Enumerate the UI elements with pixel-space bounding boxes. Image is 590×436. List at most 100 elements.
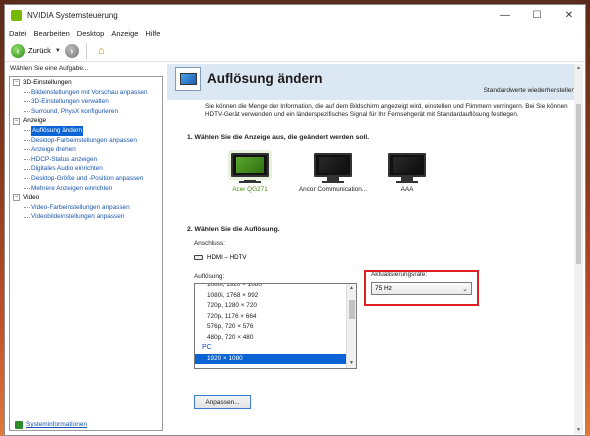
task-panel: Wählen Sie eine Aufgabe... −3D-Einstellu… [9,65,163,431]
display-acer-qg271[interactable]: Acer QG271 [215,153,285,193]
step1-heading: 1. Wählen Sie die Anzeige aus, die geänd… [187,134,370,141]
back-label: Zurück [28,46,51,55]
display-label: Acer QG271 [232,186,268,193]
chevron-down-icon: ⌄ [462,286,468,293]
tree-item[interactable]: Surround, PhysX konfigurieren [10,107,162,117]
connector-text: HDMI – HDTV [207,254,247,261]
page-banner: Auflösung ändern Standardwerte wiederher… [167,64,583,100]
refresh-rate-value: 75 Hz [375,285,392,292]
display-ancor[interactable]: Ancor Communication... [298,153,368,193]
resolution-scrollbar[interactable]: ▲ ▼ [346,284,356,368]
content-scrollbar[interactable]: ▲ ▼ [574,64,583,434]
tree-item-label: Surround, PhysX konfigurieren [31,107,119,115]
resolution-option[interactable]: 1080i, 1768 × 992 [195,291,347,302]
step2-heading: 2. Wählen Sie die Auflösung. [187,226,280,233]
menu-bar: Datei Bearbeiten Desktop Anzeige Hilfe [5,26,585,40]
collapse-icon[interactable]: − [13,79,20,87]
tree-item[interactable]: HDCP-Status anzeigen [10,155,162,165]
tree-item[interactable]: Anzeige drehen [10,145,162,155]
resolution-option[interactable]: 720p, 1280 × 720 [195,301,347,312]
menu-datei[interactable]: Datei [9,29,27,38]
minimize-button[interactable]: — [489,5,521,26]
resolution-option[interactable]: 1920 × 1080 [195,353,347,364]
display-label: Ancor Communication... [298,186,368,193]
tree-item-label: 3D-Einstellungen verwalten [31,98,109,106]
tree-category[interactable]: − Video [10,193,162,203]
tree-item[interactable]: Mehrere Anzeigen einrichten [10,184,162,194]
monitor-icon [314,153,352,177]
page-description: Sie können die Menge der Information, di… [205,103,568,119]
monitor-icon [231,153,269,177]
window-title: NVIDIA Systemsteuerung [27,11,118,20]
tree-item-label: Auflösung ändern [31,125,84,136]
scroll-up-icon[interactable]: ▲ [347,284,356,293]
tree-item[interactable]: 3D-Einstellungen verwalten [10,97,162,107]
collapse-icon[interactable]: − [13,194,20,202]
content-pane: Auflösung ändern Standardwerte wiederher… [167,64,583,434]
tree-category[interactable]: − Anzeige [10,116,162,126]
scroll-down-icon[interactable]: ▼ [574,426,583,434]
display-aaa[interactable]: AAA [372,153,442,193]
restore-defaults-link[interactable]: Standardwerte wiederherstellen [484,87,575,94]
tree-item-label: 3D-Einstellungen [23,79,72,86]
back-button[interactable]: ‹ Zurück [11,43,51,58]
system-info-link[interactable]: Systeminformationen [15,418,87,431]
resolution-option[interactable]: 576p, 720 × 576 [195,322,347,333]
tree-item[interactable]: Desktop-Farbeinstellungen anpassen [10,136,162,146]
close-button[interactable]: ✕ [553,5,585,26]
system-info-label: Systeminformationen [26,421,88,428]
resolution-option[interactable]: 720p, 1176 × 664 [195,312,347,323]
title-bar: NVIDIA Systemsteuerung — ☐ ✕ [5,5,585,26]
tree-item[interactable]: Digitales Audio einrichten [10,164,162,174]
resolution-option[interactable]: 480p, 720 × 480 [195,333,347,344]
menu-hilfe[interactable]: Hilfe [145,29,160,38]
system-info-icon [15,420,23,429]
nvidia-logo-icon [11,10,22,21]
page-title: Auflösung ändern [207,71,323,86]
monitor-icon [388,153,426,177]
app-window: NVIDIA Systemsteuerung — ☐ ✕ Datei Bearb… [4,4,586,436]
hdmi-plug-icon [194,255,203,260]
resolution-option[interactable]: 1080i, 1920 × 1080 [195,284,347,291]
tree-item-label: Anzeige drehen [31,146,76,154]
toolbar: ‹ Zurück ▼ › ⌂ [5,40,585,62]
tree-item-label: Anzeige [23,117,47,125]
home-icon[interactable]: ⌂ [94,43,109,58]
tree-item-label: Video [23,194,40,202]
connector-value: HDMI – HDTV [194,254,247,261]
refresh-rate-select[interactable]: 75 Hz ⌄ [371,282,472,295]
tree-item-label: Digitales Audio einrichten [31,165,103,173]
collapse-icon[interactable]: − [13,117,20,125]
menu-bearbeiten[interactable]: Bearbeiten [34,29,70,38]
scroll-thumb[interactable] [576,104,581,264]
display-label: AAA [400,186,414,193]
connector-label: Anschluss: [194,240,225,247]
scroll-down-icon[interactable]: ▼ [347,359,356,368]
toolbar-separator [85,42,87,59]
tree-item-label: Bildeinstellungen mit Vorschau anpassen [31,88,148,96]
resolution-label: Auflösung: [194,273,225,280]
tree-item-label: Desktop-Größe und -Position anpassen [31,174,144,182]
task-panel-heading: Wählen Sie eine Aufgabe... [10,65,89,72]
menu-anzeige[interactable]: Anzeige [111,29,138,38]
tree-item[interactable]: Videobildeinstellungen anpassen [10,212,162,222]
tree-item-label: Desktop-Farbeinstellungen anpassen [31,136,137,144]
maximize-button[interactable]: ☐ [521,5,553,26]
tree-item[interactable]: Desktop-Größe und -Position anpassen [10,174,162,184]
tree-item[interactable]: Bildeinstellungen mit Vorschau anpassen [10,88,162,98]
task-tree: −3D-Einstellungen Bildeinstellungen mit V… [9,76,163,431]
forward-arrow-icon[interactable]: › [64,43,79,58]
tree-item[interactable]: Video-Farbeinstellungen anpassen [10,203,162,213]
tree-item-label: HDCP-Status anzeigen [31,155,98,163]
scroll-thumb[interactable] [349,300,355,319]
tree-category[interactable]: −3D-Einstellungen [10,78,162,88]
history-dropdown-icon[interactable]: ▼ [55,48,61,54]
tree-item-label: Videobildeinstellungen anpassen [31,213,125,221]
tree-item[interactable]: Auflösung ändern [10,125,162,136]
resolution-group: PC [202,344,212,351]
resolution-listbox[interactable]: 1080i, 1920 × 1080 1080i, 1768 × 992 720p,… [194,283,357,369]
refresh-rate-label: Aktualisierungsrate: [371,271,428,278]
menu-desktop[interactable]: Desktop [77,29,105,38]
scroll-up-icon[interactable]: ▲ [574,64,583,72]
customize-button[interactable]: Anpassen... [194,395,251,409]
